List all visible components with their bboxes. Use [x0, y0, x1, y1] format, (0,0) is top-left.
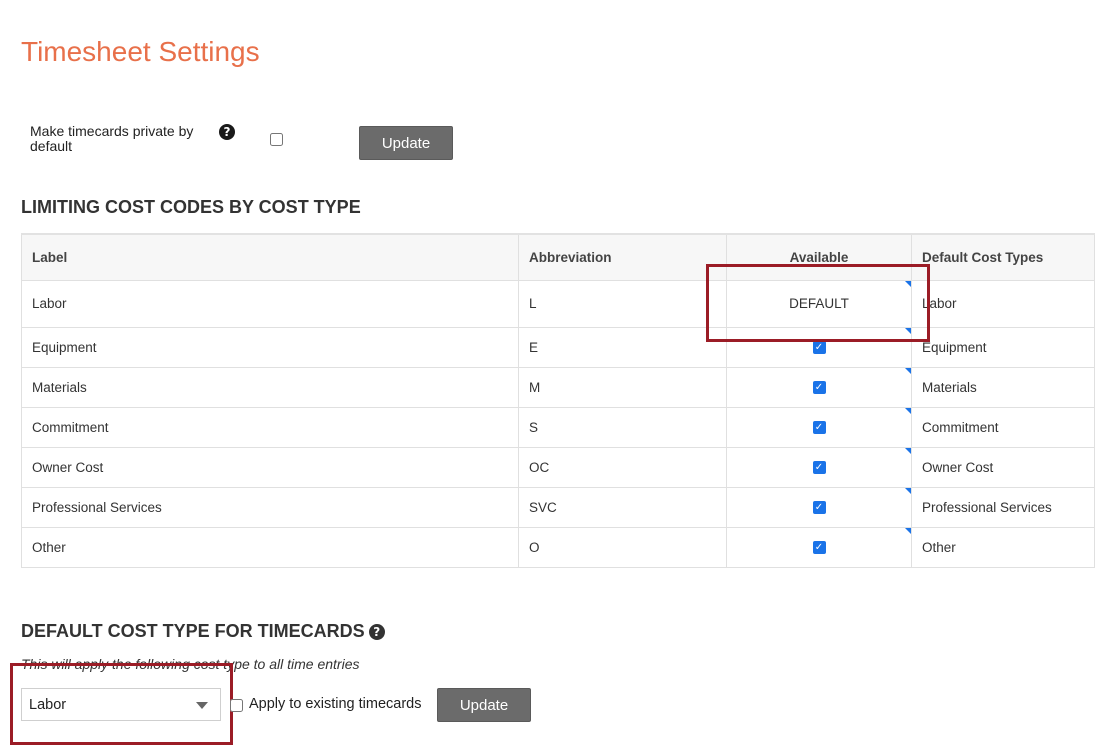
default-update-button[interactable]: Update [437, 688, 531, 722]
chevron-down-icon [196, 702, 208, 709]
cell-available[interactable]: ✓ [726, 526, 912, 568]
apply-existing-checkbox[interactable] [230, 699, 243, 712]
edit-corner-icon [905, 407, 911, 414]
table-row: Owner Cost OC ✓ Owner Cost [21, 446, 1095, 488]
cell-default-cost-type: Professional Services [911, 486, 1095, 528]
cost-type-table: Label Abbreviation Available Default Cos… [21, 233, 1095, 568]
cell-default-cost-type: Owner Cost [911, 446, 1095, 488]
cell-default-cost-type: Commitment [911, 406, 1095, 448]
available-checkbox[interactable]: ✓ [812, 341, 826, 355]
cell-default-cost-type: Other [911, 526, 1095, 568]
default-cost-type-heading-text: DEFAULT COST TYPE FOR TIMECARDS [21, 621, 365, 641]
column-header-default-cost-types[interactable]: Default Cost Types [911, 233, 1095, 281]
default-cost-type-subtext: This will apply the following cost type … [21, 656, 360, 672]
table-row: Other O ✓ Other [21, 526, 1095, 568]
limiting-cost-codes-heading: LIMITING COST CODES BY COST TYPE [21, 197, 361, 217]
table-row: Commitment S ✓ Commitment [21, 406, 1095, 448]
cell-abbreviation: S [518, 406, 727, 448]
cell-label: Owner Cost [21, 446, 519, 488]
default-cost-type-select[interactable]: Labor [21, 688, 221, 721]
cell-available[interactable]: DEFAULT [726, 279, 912, 328]
edit-corner-icon [905, 367, 911, 374]
table-row: Professional Services SVC ✓ Professional Se… [21, 486, 1095, 528]
available-checkbox[interactable]: ✓ [812, 541, 826, 555]
question-circle-icon[interactable]: ? [219, 124, 235, 140]
column-header-available[interactable]: Available [726, 233, 912, 281]
page-title: Timesheet Settings [21, 36, 260, 67]
cell-label: Equipment [21, 326, 519, 368]
cell-available[interactable]: ✓ [726, 406, 912, 448]
table-header-row: Label Abbreviation Available Default Cos… [21, 233, 1095, 281]
available-checkbox[interactable]: ✓ [812, 501, 826, 515]
private-update-button[interactable]: Update [359, 126, 453, 160]
cell-default-cost-type: Materials [911, 366, 1095, 408]
cell-available[interactable]: ✓ [726, 486, 912, 528]
edit-corner-icon [905, 527, 911, 534]
cell-label: Commitment [21, 406, 519, 448]
cell-abbreviation: SVC [518, 486, 727, 528]
apply-existing-label[interactable]: Apply to existing timecards [249, 696, 421, 712]
table-row: Labor L DEFAULT Labor [21, 279, 1095, 328]
cell-label: Other [21, 526, 519, 568]
private-timecards-checkbox[interactable] [270, 133, 283, 146]
available-checkbox[interactable]: ✓ [812, 421, 826, 435]
edit-corner-icon [905, 487, 911, 494]
cell-abbreviation: E [518, 326, 727, 368]
available-checkbox[interactable]: ✓ [812, 461, 826, 475]
cell-abbreviation: M [518, 366, 727, 408]
cell-available[interactable]: ✓ [726, 366, 912, 408]
cell-abbreviation: O [518, 526, 727, 568]
default-cost-type-heading: DEFAULT COST TYPE FOR TIMECARDS? [21, 621, 385, 642]
cell-default-cost-type: Equipment [911, 326, 1095, 368]
question-circle-icon[interactable]: ? [368, 624, 385, 640]
cell-label: Labor [21, 279, 519, 328]
private-timecards-label: Make timecards private by default [30, 123, 194, 154]
available-default-text: DEFAULT [789, 296, 849, 311]
cell-available[interactable]: ✓ [726, 326, 912, 368]
cell-available[interactable]: ✓ [726, 446, 912, 488]
private-timecards-setting: Make timecards private by default ? Upda… [30, 122, 470, 162]
cell-abbreviation: OC [518, 446, 727, 488]
table-row: Equipment E ✓ Equipment [21, 326, 1095, 368]
cell-label: Professional Services [21, 486, 519, 528]
available-checkbox[interactable]: ✓ [812, 381, 826, 395]
edit-corner-icon [905, 447, 911, 454]
column-header-abbreviation[interactable]: Abbreviation [518, 233, 727, 281]
edit-corner-icon [905, 280, 911, 287]
table-row: Materials M ✓ Materials [21, 366, 1095, 408]
cell-label: Materials [21, 366, 519, 408]
select-value: Labor [29, 697, 67, 713]
cell-abbreviation: L [518, 279, 727, 328]
column-header-label[interactable]: Label [21, 233, 519, 281]
cell-default-cost-type: Labor [911, 279, 1095, 328]
edit-corner-icon [905, 327, 911, 334]
